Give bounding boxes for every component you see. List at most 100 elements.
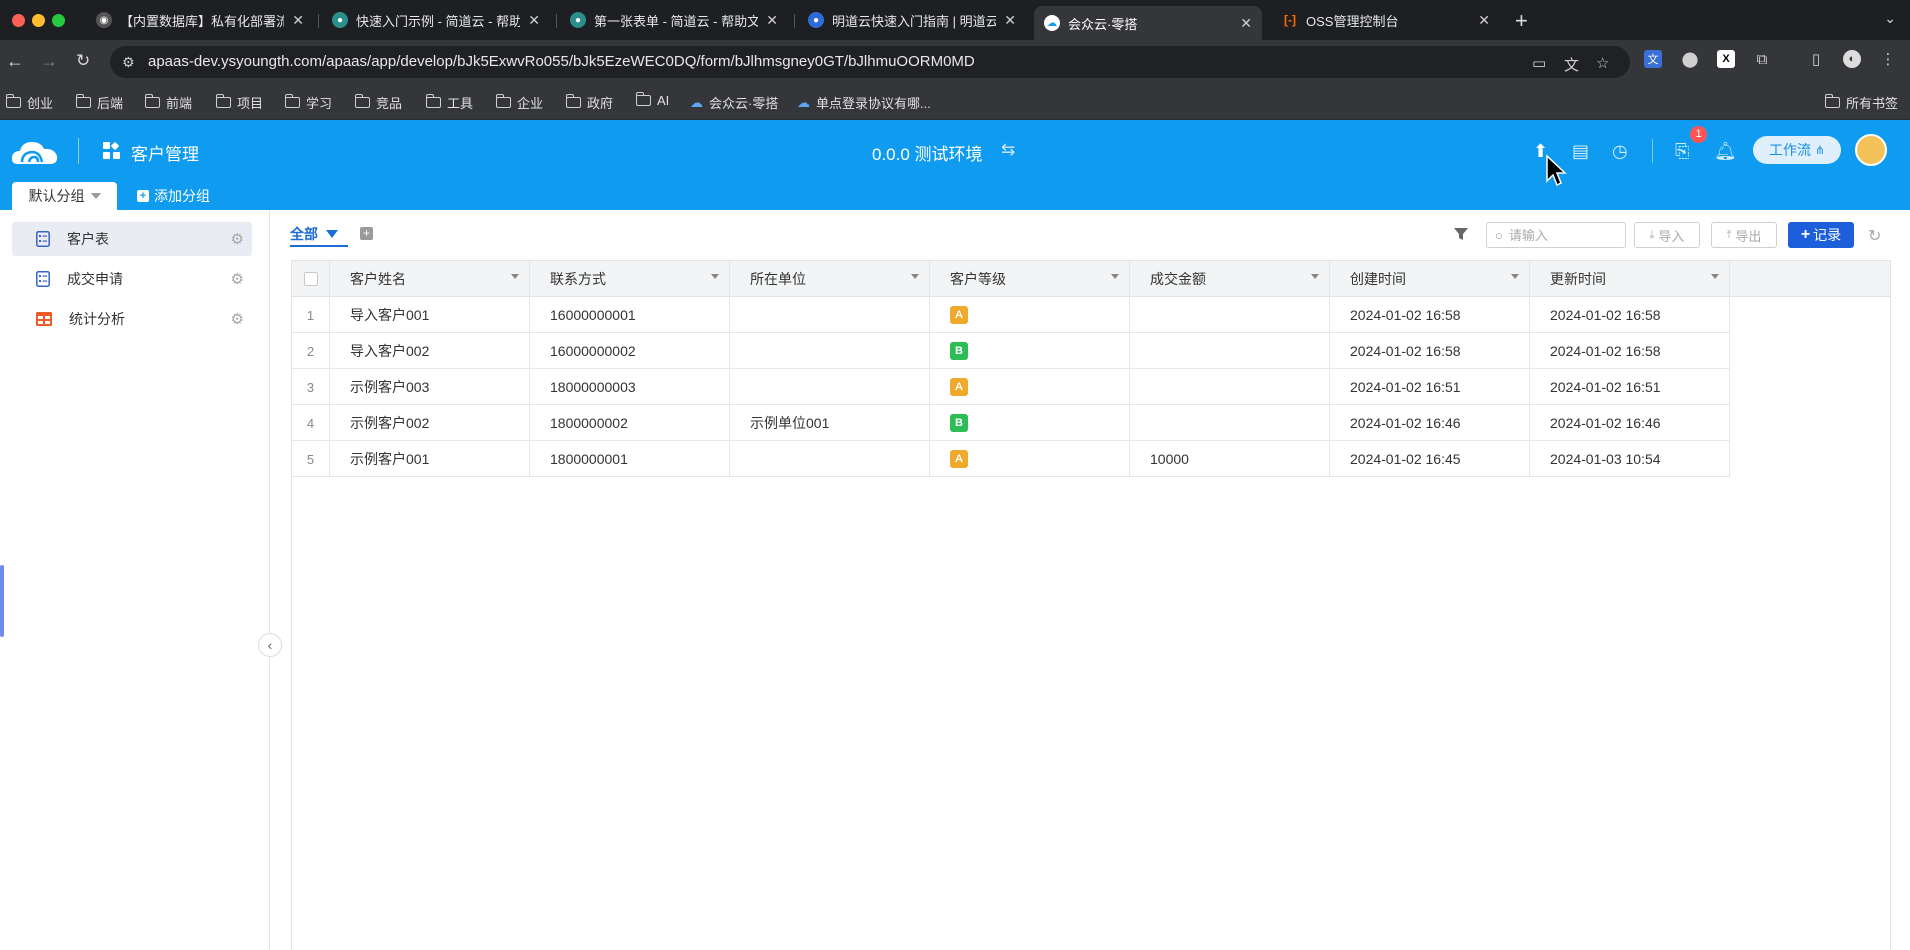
export-button[interactable]: ⤒ 导出	[1711, 222, 1777, 248]
cell-updated[interactable]: 2024-01-03 10:54	[1530, 441, 1730, 477]
column-menu-icon[interactable]	[911, 274, 919, 279]
tab-close-icon[interactable]: ✕	[1004, 12, 1016, 29]
column-menu-icon[interactable]	[711, 274, 719, 279]
column-menu-icon[interactable]	[1511, 274, 1519, 279]
column-header-created[interactable]: 创建时间	[1330, 261, 1530, 297]
close-window-button[interactable]	[12, 14, 25, 27]
extensions-puzzle-icon[interactable]: ⧉	[1753, 50, 1771, 68]
bookmark-link[interactable]: ☁ 单点登录协议有哪...	[797, 93, 931, 112]
browser-tab-4[interactable]: ● 明道云快速入门指南 | 明道云 ✕	[798, 6, 1026, 34]
column-header-amount[interactable]: 成交金额	[1130, 261, 1330, 297]
scroll-indicator[interactable]	[0, 565, 4, 637]
user-avatar[interactable]	[1855, 134, 1887, 166]
import-button[interactable]: ⤓ 导入	[1634, 222, 1700, 248]
cell-level[interactable]: A	[930, 441, 1130, 477]
table-row[interactable]: 3 示例客户003 18000000003 A 2024-01-02 16:51…	[292, 369, 1730, 405]
extension-x-icon[interactable]: X	[1717, 50, 1735, 68]
cell-unit[interactable]	[730, 297, 930, 333]
bookmark-folder[interactable]: 创业	[5, 93, 53, 112]
tab-close-icon[interactable]: ✕	[1240, 15, 1252, 32]
extension-record-icon[interactable]: ⬤	[1681, 50, 1699, 68]
tab-close-icon[interactable]: ✕	[766, 12, 778, 29]
cell-level[interactable]: A	[930, 297, 1130, 333]
cell-created[interactable]: 2024-01-02 16:58	[1330, 333, 1530, 369]
document-icon[interactable]: ▤	[1572, 141, 1589, 162]
column-header-name[interactable]: 客户姓名	[330, 261, 530, 297]
translate-icon[interactable]: 文	[1564, 54, 1579, 75]
browser-tab-2[interactable]: ● 快速入门示例 - 简道云 - 帮助文 ✕	[322, 6, 550, 34]
tab-close-icon[interactable]: ✕	[292, 12, 304, 29]
bookmark-folder[interactable]: AI	[635, 92, 669, 108]
history-clock-icon[interactable]: ◷	[1612, 141, 1628, 162]
view-tab-all[interactable]: 全部	[290, 224, 338, 244]
environment-label[interactable]: 0.0.0 测试环境	[872, 140, 983, 165]
url-text[interactable]: apaas-dev.ysyoungth.com/apaas/app/develo…	[148, 53, 975, 70]
collapse-sidebar-button[interactable]: ‹	[258, 633, 282, 657]
cell-name[interactable]: 导入客户002	[330, 333, 530, 369]
browser-menu-icon[interactable]: ⋮	[1879, 50, 1897, 68]
profile-icon[interactable]: ◐	[1843, 50, 1861, 68]
cell-name[interactable]: 导入客户001	[330, 297, 530, 333]
all-bookmarks-folder[interactable]: 所有书签	[1824, 93, 1898, 112]
cell-contact[interactable]: 1800000002	[530, 405, 730, 441]
cell-created[interactable]: 2024-01-02 16:45	[1330, 441, 1530, 477]
column-header-contact[interactable]: 联系方式	[530, 261, 730, 297]
cell-created[interactable]: 2024-01-02 16:46	[1330, 405, 1530, 441]
workflow-button[interactable]: 工作流 ⋔	[1753, 136, 1841, 164]
cell-contact[interactable]: 18000000003	[530, 369, 730, 405]
bookmark-folder[interactable]: 学习	[284, 93, 332, 112]
column-header-unit[interactable]: 所在单位	[730, 261, 930, 297]
browser-tab-5[interactable]: ☁ 会众云·零搭 ✕	[1034, 6, 1262, 40]
cell-unit[interactable]	[730, 333, 930, 369]
cell-created[interactable]: 2024-01-02 16:51	[1330, 369, 1530, 405]
column-header-updated[interactable]: 更新时间	[1530, 261, 1730, 297]
browser-tab-3[interactable]: ● 第一张表单 - 简道云 - 帮助文档 ✕	[560, 6, 788, 34]
switch-environment-icon[interactable]: ⇆	[1001, 140, 1015, 160]
cell-unit[interactable]	[730, 369, 930, 405]
cell-contact[interactable]: 16000000001	[530, 297, 730, 333]
table-row[interactable]: 2 导入客户002 16000000002 B 2024-01-02 16:58…	[292, 333, 1730, 369]
table-row[interactable]: 5 示例客户001 1800000001 A 10000 2024-01-02 …	[292, 441, 1730, 477]
bookmark-link[interactable]: ☁ 会众云·零搭	[690, 93, 778, 112]
app-grid-icon[interactable]	[103, 142, 121, 160]
add-group-button[interactable]: + 添加分组	[137, 182, 210, 210]
column-header-level[interactable]: 客户等级	[930, 261, 1130, 297]
site-settings-icon[interactable]: ⚙	[122, 54, 135, 71]
search-box[interactable]: ○	[1486, 222, 1626, 248]
cell-contact[interactable]: 1800000001	[530, 441, 730, 477]
bookmark-folder[interactable]: 政府	[565, 93, 613, 112]
refresh-icon[interactable]: ↻	[1868, 226, 1881, 246]
forward-button[interactable]: →	[40, 52, 58, 70]
sidebar-item-statistics[interactable]: 统计分析 ⚙	[12, 302, 252, 336]
cell-unit[interactable]: 示例单位001	[730, 405, 930, 441]
cell-amount[interactable]	[1130, 369, 1330, 405]
gear-icon[interactable]: ⚙	[231, 230, 244, 248]
bookmark-folder[interactable]: 项目	[215, 93, 263, 112]
cell-amount[interactable]	[1130, 333, 1330, 369]
app-name[interactable]: 客户管理	[131, 140, 199, 165]
cell-created[interactable]: 2024-01-02 16:58	[1330, 297, 1530, 333]
column-menu-icon[interactable]	[511, 274, 519, 279]
cell-amount[interactable]	[1130, 405, 1330, 441]
cell-updated[interactable]: 2024-01-02 16:58	[1530, 297, 1730, 333]
column-menu-icon[interactable]	[1311, 274, 1319, 279]
gear-icon[interactable]: ⚙	[231, 310, 244, 328]
zoom-window-button[interactable]	[52, 14, 65, 27]
cell-updated[interactable]: 2024-01-02 16:58	[1530, 333, 1730, 369]
minimize-window-button[interactable]	[32, 14, 45, 27]
bookmark-folder[interactable]: 工具	[425, 93, 473, 112]
task-clipboard-icon[interactable]: ⎘	[1675, 141, 1689, 162]
cell-name[interactable]: 示例客户003	[330, 369, 530, 405]
filter-icon[interactable]	[1453, 226, 1469, 242]
new-tab-button[interactable]: +	[1515, 8, 1528, 34]
tab-close-icon[interactable]: ✕	[528, 12, 540, 29]
cell-level[interactable]: B	[930, 333, 1130, 369]
bookmark-folder[interactable]: 前端	[144, 93, 192, 112]
cell-level[interactable]: B	[930, 405, 1130, 441]
add-view-button[interactable]: +	[360, 227, 373, 240]
select-all-checkbox[interactable]	[303, 272, 318, 286]
side-panel-icon[interactable]: ▯	[1807, 50, 1825, 68]
table-row[interactable]: 4 示例客户002 1800000002 示例单位001 B 2024-01-0…	[292, 405, 1730, 441]
sidebar-item-customer-table[interactable]: 客户表 ⚙	[12, 222, 252, 256]
search-input[interactable]	[1508, 227, 1609, 243]
